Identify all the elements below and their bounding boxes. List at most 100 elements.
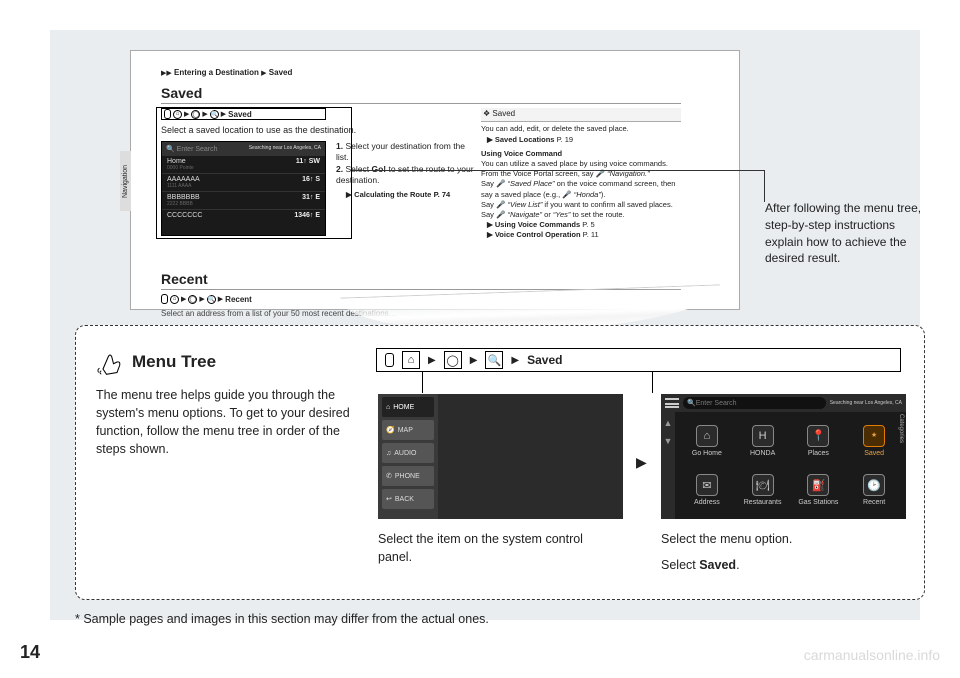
menu-tree-path-recent: ⌂ ▶ ◯ ▶ 🔍 ▶ Recent xyxy=(161,294,252,304)
nav-icon: ◯ xyxy=(191,110,200,119)
menu-icon[interactable] xyxy=(665,398,679,408)
voice-icon: 🎤 xyxy=(496,210,505,219)
nav-tile-recent[interactable]: 🕑Recent xyxy=(846,466,902,516)
gas-icon: ⛽ xyxy=(807,474,829,496)
home-icon: ⌂ xyxy=(696,425,718,447)
list-item: Home0000 Pointe11↑ SW xyxy=(162,155,325,173)
system-panel-sidebar: ⌂HOME 🧭MAP ♫AUDIO ✆PHONE ↩BACK xyxy=(378,394,438,519)
leader-line xyxy=(422,371,423,393)
chevron-right-icon: ▶ xyxy=(218,295,223,303)
search-icon: 🔍 xyxy=(210,110,219,119)
section-title-recent: Recent xyxy=(161,271,681,290)
instruction-line: Select a saved location to use as the de… xyxy=(161,125,356,135)
up-icon[interactable]: ▲ xyxy=(664,418,673,428)
nav-icon: ◯ xyxy=(188,295,197,304)
list-item: AAAAAAA1111 AAAA16↑ S xyxy=(162,173,325,191)
voice-icon xyxy=(164,109,171,119)
navigation-panel-screenshot: 🔍 Enter Search Searching near Los Angele… xyxy=(661,394,906,519)
leader-line xyxy=(652,371,653,393)
manual-page-sample: Navigation ▶▶ Entering a Destination ▶ S… xyxy=(130,50,740,310)
search-input[interactable]: 🔍 Enter Search xyxy=(683,397,826,409)
menu-tree-title: Menu Tree xyxy=(132,352,216,372)
breadcrumb-arrow-icon: ▶ xyxy=(261,70,266,77)
list-item: CCCCCCC1346↑ E xyxy=(162,209,325,221)
nav-tile-address[interactable]: ✉Address xyxy=(679,466,735,516)
search-region: Searching near Los Angeles, CA xyxy=(830,401,902,406)
audio-icon: ♫ xyxy=(386,450,391,457)
home-icon: ⌂ xyxy=(170,295,179,304)
saved-list-screenshot: 🔍 Enter Search Searching near Los Angele… xyxy=(161,141,326,236)
menu-tree-paragraph: The menu tree helps guide you through th… xyxy=(96,386,356,459)
crumb-last: Saved xyxy=(228,110,252,119)
hand-press-icon xyxy=(96,348,124,376)
breadcrumb: ▶▶ Entering a Destination ▶ Saved xyxy=(161,68,292,77)
voice-icon: 🎤 xyxy=(496,200,505,209)
menu-tree-bar: ⌂ ▶ ◯ ▶ 🔍 ▶ Saved xyxy=(376,348,901,372)
chevron-right-icon: ▶ xyxy=(428,355,436,366)
search-icon: 🔍 xyxy=(485,351,503,369)
sidebar-item-phone[interactable]: ✆PHONE xyxy=(382,466,434,486)
sidebar-item-home[interactable]: ⌂HOME xyxy=(382,397,434,417)
caption-menu-option: Select the menu option. Select Saved. xyxy=(661,531,901,574)
chevron-right-icon: ▶ xyxy=(184,110,189,118)
chevron-right-icon: ▶ xyxy=(199,295,204,303)
home-icon: ⌂ xyxy=(386,404,390,411)
star-icon: ⭑ xyxy=(863,425,885,447)
chevron-right-icon: ▶ xyxy=(221,110,226,118)
chevron-right-icon: ▶ xyxy=(202,110,207,118)
info-icon: ❖ xyxy=(483,109,490,118)
voice-icon: 🎤 xyxy=(562,190,571,199)
side-strip: ▲ ▼ xyxy=(661,412,675,519)
sidebar-item-audio[interactable]: ♫AUDIO xyxy=(382,443,434,463)
leader-line xyxy=(352,170,764,171)
xref-icon: ▶ xyxy=(346,190,352,199)
side-tab-navigation: Navigation xyxy=(120,151,131,211)
sidebar-item-back[interactable]: ↩BACK xyxy=(382,489,434,509)
caption-system-panel: Select the item on the system control pa… xyxy=(378,531,618,566)
back-icon: ↩ xyxy=(386,495,392,503)
crumb-last: Recent xyxy=(225,295,252,304)
home-icon: ⌂ xyxy=(402,351,420,369)
page-number: 14 xyxy=(20,642,40,663)
menu-tree-path-saved: ⌂ ▶ ◯ ▶ 🔍 ▶ Saved xyxy=(161,108,326,120)
breadcrumb-seg2: Saved xyxy=(269,68,293,77)
breadcrumb-seg1: Entering a Destination xyxy=(174,68,259,77)
down-icon[interactable]: ▼ xyxy=(664,436,673,446)
watermark: carmanualsonline.info xyxy=(804,647,940,663)
footnote: * Sample pages and images in this sectio… xyxy=(75,612,489,626)
nav-tile-restaurants[interactable]: 🍽Restaurants xyxy=(735,466,791,516)
voice-icon xyxy=(385,353,394,367)
menu-tree-explainer: Menu Tree The menu tree helps guide you … xyxy=(75,325,925,600)
search-icon: 🔍 xyxy=(207,295,216,304)
chevron-right-icon: ▶ xyxy=(470,355,478,366)
chevron-right-icon: ▶ xyxy=(511,355,519,366)
nav-tile-saved[interactable]: ⭑Saved xyxy=(846,416,902,466)
restaurant-icon: 🍽 xyxy=(752,474,774,496)
nav-tile-honda[interactable]: HHONDA xyxy=(735,416,791,466)
menu-tree-last: Saved xyxy=(527,353,562,367)
search-region: Searching near Los Angeles, CA xyxy=(249,146,321,151)
xref-label: Calculating the Route xyxy=(354,190,431,199)
nav-tile-gas[interactable]: ⛽Gas Stations xyxy=(791,466,847,516)
breadcrumb-arrow-icon: ▶▶ xyxy=(161,70,172,77)
chevron-right-icon: ▶ xyxy=(636,454,647,471)
phone-icon: ✆ xyxy=(386,472,392,480)
search-placeholder: 🔍 Enter Search xyxy=(166,145,218,153)
xref-page: P. 74 xyxy=(434,190,451,199)
nav-icon: ◯ xyxy=(444,351,462,369)
sidebar-item-map[interactable]: 🧭MAP xyxy=(382,420,434,440)
section-title-saved: Saved xyxy=(161,85,681,104)
address-icon: ✉ xyxy=(696,474,718,496)
chevron-right-icon: ▶ xyxy=(181,295,186,303)
recent-icon: 🕑 xyxy=(863,474,885,496)
nav-tile-go-home[interactable]: ⌂Go Home xyxy=(679,416,735,466)
honda-icon: H xyxy=(752,425,774,447)
nav-tile-places[interactable]: 📍Places xyxy=(791,416,847,466)
leader-line xyxy=(764,170,765,202)
voice-icon xyxy=(161,294,168,304)
voice-icon: 🎤 xyxy=(496,179,505,188)
categories-tab[interactable]: Categories xyxy=(898,414,904,443)
pin-icon: 📍 xyxy=(807,425,829,447)
home-icon: ⌂ xyxy=(173,110,182,119)
side-info-column: ❖ Saved You can add, edit, or delete the… xyxy=(481,108,681,240)
